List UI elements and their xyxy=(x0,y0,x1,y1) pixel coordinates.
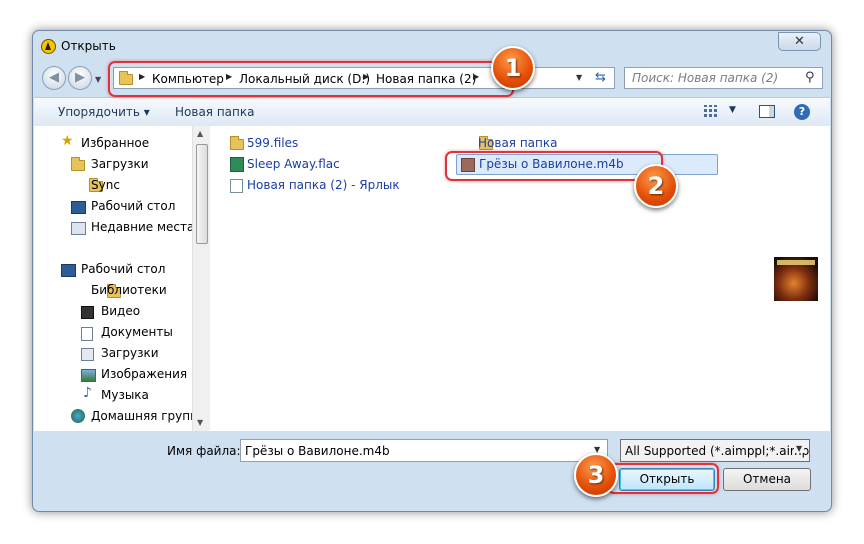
close-button[interactable]: ✕ xyxy=(778,32,821,51)
preview-pane xyxy=(770,126,830,431)
search-icon[interactable]: ⚲ xyxy=(805,70,815,85)
filename-value: Грёзы о Вавилоне.m4b xyxy=(245,444,390,458)
view-dropdown-icon[interactable]: ▼ xyxy=(729,105,736,115)
cancel-button[interactable]: Отмена xyxy=(723,468,811,491)
nav-item-sync[interactable]: Sync xyxy=(91,178,120,192)
file-type-filter[interactable]: All Supported (*.aimppl;*.aimppl xyxy=(620,439,810,462)
nav-desktop[interactable]: Рабочий стол xyxy=(81,262,165,276)
pictures-icon xyxy=(81,369,96,382)
forward-button[interactable]: ▶ xyxy=(68,66,92,90)
filter-dropdown-icon[interactable]: ▼ xyxy=(794,444,805,453)
back-button[interactable]: ◀ xyxy=(42,66,66,90)
cancel-button-label: Отмена xyxy=(742,472,792,486)
open-button-highlight xyxy=(607,463,719,494)
search-placeholder: Поиск: Новая папка (2) xyxy=(632,71,779,85)
navigation-pane: ★ Избранное Загрузки Sync Рабочий стол Н… xyxy=(34,126,210,431)
folder-icon xyxy=(230,136,244,150)
nav-favorites[interactable]: Избранное xyxy=(81,136,149,150)
music-icon: ♪ xyxy=(83,385,92,401)
refresh-icon[interactable]: ⇆ xyxy=(595,70,611,86)
file-item-shortcut[interactable]: Новая папка (2) - Ярлык xyxy=(247,178,400,192)
file-item-new-folder[interactable]: Новая папка xyxy=(478,136,557,150)
documents-icon xyxy=(81,327,93,341)
nav-item-video[interactable]: Видео xyxy=(101,304,140,318)
nav-item-music[interactable]: Музыка xyxy=(101,388,149,402)
audio-file-icon xyxy=(230,157,244,172)
downloads-icon xyxy=(81,348,94,361)
title-bar: Открыть ✕ xyxy=(33,31,831,61)
callout-badge-2: 2 xyxy=(634,164,678,208)
album-cover-title-art xyxy=(777,260,815,265)
address-dropdown-icon[interactable]: ▼ xyxy=(576,73,582,82)
nav-item-downloads[interactable]: Загрузки xyxy=(91,157,149,171)
video-icon xyxy=(81,306,94,319)
change-view-icon[interactable] xyxy=(704,105,718,117)
nav-scrollbar[interactable]: ▲ ▼ xyxy=(192,126,210,431)
shortcut-icon xyxy=(230,179,243,193)
nav-libraries[interactable]: Библиотеки xyxy=(91,283,167,297)
window-title: Открыть xyxy=(61,39,116,53)
file-item-599-files[interactable]: 599.files xyxy=(247,136,298,150)
nav-item-documents[interactable]: Документы xyxy=(101,325,173,339)
address-bar-highlight xyxy=(108,61,514,97)
recent-pages-arrow-icon[interactable]: ▼ xyxy=(95,75,101,84)
preview-pane-icon[interactable] xyxy=(759,105,775,118)
nav-item-library-downloads[interactable]: Загрузки xyxy=(101,346,159,360)
file-item-sleep-away[interactable]: Sleep Away.flac xyxy=(247,157,340,171)
nav-item-desktop[interactable]: Рабочий стол xyxy=(91,199,175,213)
filter-value: All Supported (*.aimppl;*.aimppl xyxy=(625,444,810,458)
desktop-icon xyxy=(71,201,86,214)
command-toolbar: Упорядочить ▾ Новая папка ▼ ? xyxy=(34,97,830,127)
search-input[interactable]: Поиск: Новая папка (2) ⚲ xyxy=(624,67,823,89)
new-folder-button[interactable]: Новая папка xyxy=(175,105,254,119)
favorites-star-icon: ★ xyxy=(61,133,74,149)
callout-badge-3: 3 xyxy=(574,453,618,497)
organize-button[interactable]: Упорядочить ▾ xyxy=(58,105,150,119)
callout-badge-1: 1 xyxy=(491,46,535,90)
aimp-app-icon xyxy=(41,39,56,54)
downloads-folder-icon xyxy=(71,157,85,171)
scroll-thumb[interactable] xyxy=(196,144,208,244)
album-cover-thumbnail xyxy=(774,257,818,301)
filename-label: Имя файла: xyxy=(167,444,241,458)
help-icon[interactable]: ? xyxy=(794,104,810,120)
desktop-icon xyxy=(61,264,76,277)
nav-item-pictures[interactable]: Изображения xyxy=(101,367,187,381)
nav-item-recent-places[interactable]: Недавние места xyxy=(91,220,194,234)
open-dialog-window: Открыть ✕ ◀ ▶ ▼ ▶ Компьютер ▶ Локальный … xyxy=(32,30,832,512)
recent-places-icon xyxy=(71,222,86,235)
nav-homegroup[interactable]: Домашняя группа xyxy=(91,409,205,423)
filename-input[interactable]: Грёзы о Вавилоне.m4b ▼ xyxy=(240,439,608,462)
selected-file-highlight xyxy=(445,151,663,181)
homegroup-icon xyxy=(71,409,85,423)
scroll-up-icon[interactable]: ▲ xyxy=(197,129,203,138)
scroll-down-icon[interactable]: ▼ xyxy=(197,418,203,427)
